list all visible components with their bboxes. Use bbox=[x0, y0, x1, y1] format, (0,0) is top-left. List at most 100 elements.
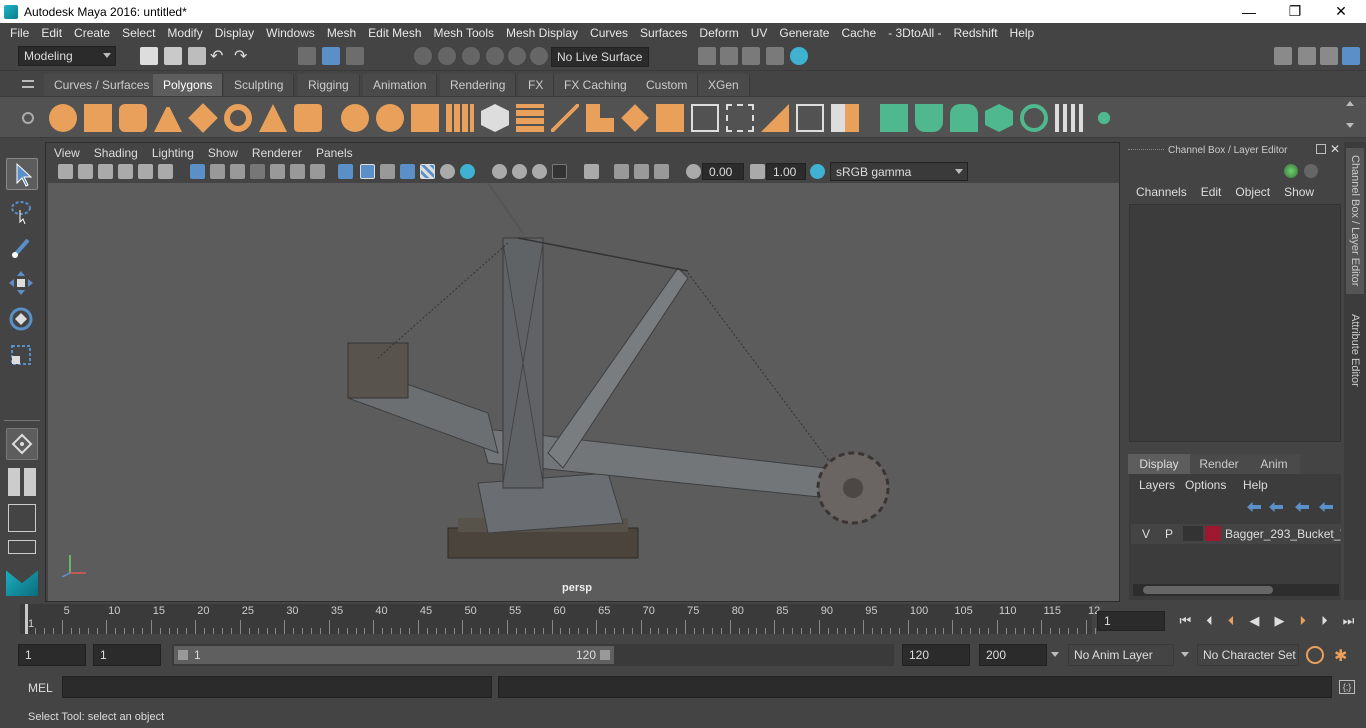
uv-planar-icon[interactable] bbox=[880, 104, 908, 132]
paint-select-tool-icon[interactable] bbox=[6, 232, 38, 264]
resolution-gate-icon[interactable] bbox=[230, 164, 245, 179]
uv-automatic-icon[interactable] bbox=[985, 104, 1013, 132]
isolate-select-icon[interactable] bbox=[492, 164, 507, 179]
poly-torus-icon[interactable] bbox=[224, 104, 252, 132]
tab-xgen[interactable]: XGen bbox=[698, 74, 750, 96]
vp-menu-panels[interactable]: Panels bbox=[316, 146, 353, 160]
vp-menu-renderer[interactable]: Renderer bbox=[252, 146, 302, 160]
layer-scrollbar[interactable] bbox=[1133, 584, 1339, 596]
maximize-button[interactable]: ❐ bbox=[1272, 0, 1318, 23]
speed-icon[interactable] bbox=[1304, 164, 1318, 178]
menu-surfaces[interactable]: Surfaces bbox=[634, 26, 693, 40]
snap-grid-icon[interactable] bbox=[414, 47, 432, 65]
select-component-icon[interactable] bbox=[346, 47, 364, 65]
snap-curve-icon[interactable] bbox=[438, 47, 456, 65]
xray-components-icon[interactable] bbox=[634, 164, 649, 179]
shelf-settings-gear-icon[interactable] bbox=[22, 112, 34, 124]
bookmark-icon[interactable] bbox=[98, 164, 113, 179]
range-slider-bar[interactable]: 1 120 bbox=[174, 646, 614, 664]
tab-rendering[interactable]: Rendering bbox=[440, 74, 517, 96]
live-surface-field[interactable]: No Live Surface bbox=[551, 47, 649, 67]
xray-icon[interactable] bbox=[460, 164, 475, 179]
wireframe-icon[interactable] bbox=[338, 164, 353, 179]
tab-rigging[interactable]: Rigging bbox=[298, 74, 360, 96]
snap-point-icon[interactable] bbox=[462, 47, 480, 65]
layer-name[interactable]: Bagger_293_Bucket_W bbox=[1225, 527, 1341, 541]
side-tab-channel-box[interactable]: Channel Box / Layer Editor bbox=[1346, 148, 1364, 294]
wireframe-on-shaded-icon[interactable] bbox=[380, 164, 395, 179]
uv-spherical-icon[interactable] bbox=[950, 104, 978, 132]
step-forward-key-icon[interactable]: ⏵ bbox=[1321, 613, 1328, 629]
menu-cache[interactable]: Cache bbox=[835, 26, 882, 40]
menu-edit-mesh[interactable]: Edit Mesh bbox=[362, 26, 427, 40]
layer-visibility-toggle[interactable]: V bbox=[1138, 527, 1154, 541]
menu-help[interactable]: Help bbox=[1004, 26, 1041, 40]
smooth-shade-icon[interactable] bbox=[360, 164, 375, 179]
poly-plane-icon[interactable] bbox=[188, 103, 218, 133]
merge-icon[interactable] bbox=[831, 104, 859, 132]
camera-select-icon[interactable] bbox=[58, 164, 73, 179]
layer-color-swatch[interactable] bbox=[1205, 526, 1221, 541]
ipr-render-icon[interactable] bbox=[742, 47, 760, 65]
render-settings-icon[interactable] bbox=[766, 47, 784, 65]
anim-layer-dropdown[interactable]: No Anim Layer bbox=[1068, 644, 1174, 666]
current-time-indicator[interactable] bbox=[25, 604, 28, 634]
gamma-icon[interactable] bbox=[750, 164, 765, 179]
attribute-editor-toggle-icon[interactable] bbox=[1298, 47, 1316, 65]
persp-outliner-layout-icon[interactable] bbox=[8, 540, 36, 554]
time-slider[interactable]: 1 5 10 15 20 25 30 35 40 45 50 55 60 65 70 75 80 85 90 95 10… bbox=[20, 604, 1100, 634]
four-view-layout-icon[interactable] bbox=[8, 468, 36, 496]
menu-create[interactable]: Create bbox=[68, 26, 116, 40]
history-icon[interactable] bbox=[530, 47, 548, 65]
safe-title-icon[interactable] bbox=[310, 164, 325, 179]
layer-tab-anim[interactable]: Anim bbox=[1248, 454, 1300, 474]
reduce-icon[interactable] bbox=[481, 104, 509, 132]
step-back-key-icon[interactable]: ⏴ bbox=[1206, 613, 1213, 629]
poly-cylinder-icon[interactable] bbox=[119, 104, 147, 132]
exposure-field[interactable]: 0.00 bbox=[702, 163, 744, 180]
animation-prefs-icon[interactable]: ✱ bbox=[1334, 646, 1356, 665]
tab-polygons[interactable]: Polygons bbox=[153, 74, 224, 96]
separate-icon[interactable] bbox=[376, 104, 404, 132]
menu-mesh-display[interactable]: Mesh Display bbox=[500, 26, 584, 40]
menu-generate[interactable]: Generate bbox=[773, 26, 835, 40]
redo-icon[interactable]: ↷ bbox=[234, 46, 247, 66]
vp-menu-lighting[interactable]: Lighting bbox=[152, 146, 194, 160]
poly-cone-icon[interactable] bbox=[154, 104, 182, 132]
uv-unfold-icon[interactable] bbox=[1020, 104, 1048, 132]
step-back-frame-icon[interactable]: ⏴ bbox=[1228, 613, 1235, 629]
depth-of-field-icon[interactable] bbox=[584, 164, 599, 179]
exposure-icon[interactable] bbox=[686, 164, 701, 179]
append-polygon-icon[interactable] bbox=[691, 104, 719, 132]
command-input[interactable] bbox=[62, 676, 492, 698]
textured-icon[interactable] bbox=[400, 164, 415, 179]
channel-box-toggle-icon[interactable] bbox=[1342, 47, 1360, 65]
chevron-down-icon[interactable] bbox=[1051, 652, 1059, 657]
anti-aliasing-icon[interactable] bbox=[552, 164, 567, 179]
open-scene-icon[interactable] bbox=[164, 47, 182, 65]
new-empty-layer-icon[interactable] bbox=[1295, 502, 1309, 512]
fill-hole-icon[interactable] bbox=[761, 104, 789, 132]
tool-settings-icon[interactable] bbox=[1320, 47, 1338, 65]
scale-tool-icon[interactable] bbox=[6, 340, 38, 372]
minimize-button[interactable]: — bbox=[1226, 0, 1272, 23]
insert-edge-loop-icon[interactable] bbox=[726, 104, 754, 132]
shelf-scroll-up-icon[interactable] bbox=[1346, 101, 1354, 106]
shelf-scroll-down-icon[interactable] bbox=[1346, 123, 1354, 128]
menu-edit[interactable]: Edit bbox=[35, 26, 68, 40]
cb-menu-show[interactable]: Show bbox=[1284, 185, 1314, 199]
new-scene-icon[interactable] bbox=[140, 47, 158, 65]
layer-menu-options[interactable]: Options bbox=[1185, 478, 1226, 492]
cb-menu-channels[interactable]: Channels bbox=[1136, 185, 1187, 199]
shelf-menu-icon[interactable] bbox=[22, 80, 34, 88]
modeling-toolkit-icon[interactable] bbox=[1274, 47, 1292, 65]
side-by-side-layout-icon[interactable] bbox=[8, 504, 36, 532]
chevron-down-icon[interactable] bbox=[1181, 652, 1189, 657]
render-view-icon[interactable] bbox=[698, 47, 716, 65]
gamma-field[interactable]: 1.00 bbox=[766, 163, 806, 180]
rotate-tool-icon[interactable] bbox=[6, 304, 38, 336]
render-current-icon[interactable] bbox=[720, 47, 738, 65]
target-weld-icon[interactable] bbox=[796, 104, 824, 132]
undo-icon[interactable]: ↶ bbox=[210, 46, 223, 66]
ambient-occlusion-icon[interactable] bbox=[512, 164, 527, 179]
